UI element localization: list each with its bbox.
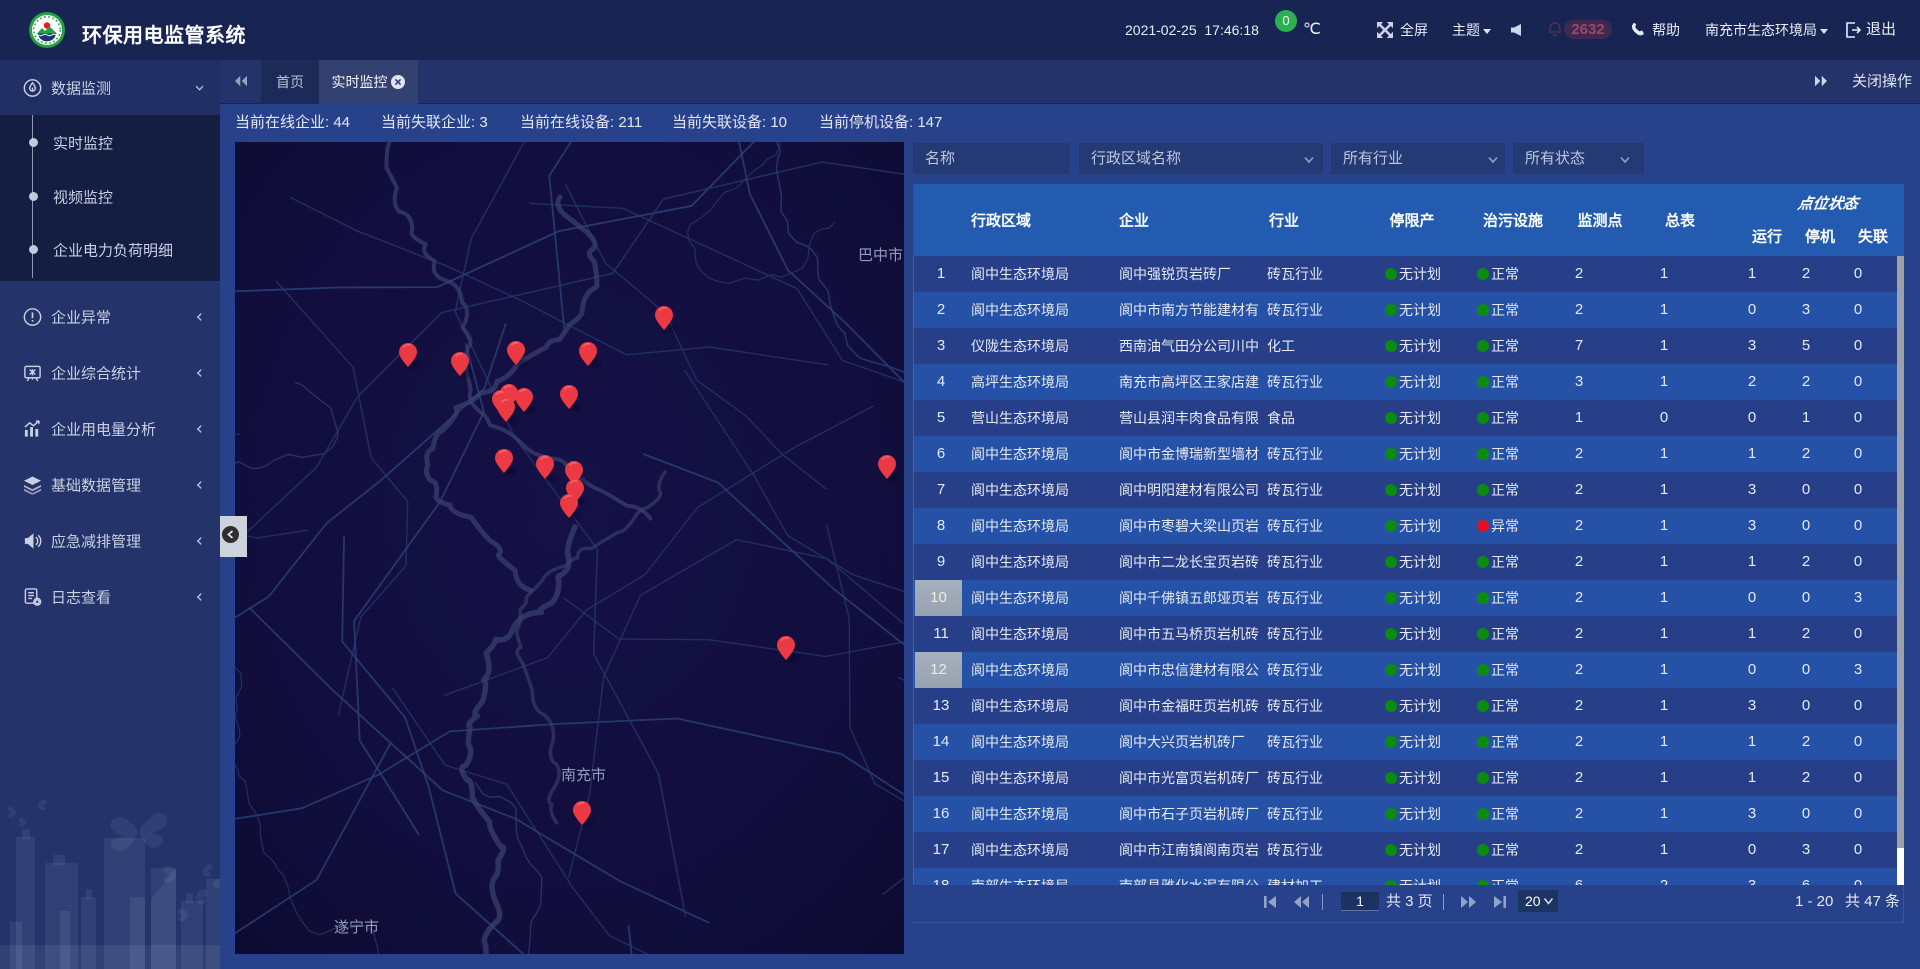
- svg-text:巴中市: 巴中市: [858, 247, 903, 264]
- svg-text:遂宁市: 遂宁市: [334, 919, 379, 936]
- svg-text:南充市: 南充市: [561, 767, 606, 784]
